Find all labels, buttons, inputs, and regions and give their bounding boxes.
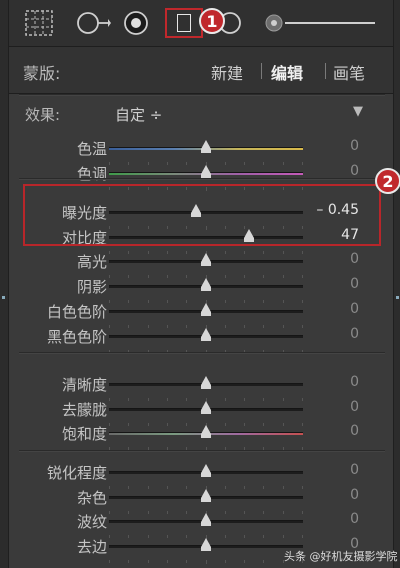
slider-label: 饱和度: [61, 425, 107, 444]
slider-row: 波纹 0: [9, 509, 393, 540]
slider-label: 色调: [76, 164, 107, 183]
slider-row: 阴影 0: [9, 274, 393, 305]
slider-row: 黑色色阶 0: [9, 324, 393, 354]
mask-header: 蒙版: 新建 编辑 画笔: [9, 47, 393, 94]
grid-crop-icon[interactable]: [25, 10, 53, 36]
slider-handle[interactable]: [201, 464, 211, 477]
slider-value[interactable]: 0: [350, 301, 359, 317]
panel-menu-icon[interactable]: ▼: [353, 104, 363, 119]
slider-handle[interactable]: [201, 376, 211, 389]
brush-size-slider[interactable]: [265, 14, 377, 32]
slider-label: 去边: [76, 538, 107, 557]
effect-label: 效果:: [25, 106, 61, 124]
spot-removal-icon[interactable]: [75, 10, 111, 36]
slider-value[interactable]: 0: [350, 163, 359, 179]
slider-row: 清晰度 0: [9, 372, 393, 402]
slider-value[interactable]: 0: [350, 326, 359, 342]
slider-label: 高光: [76, 253, 107, 272]
slider-value[interactable]: 0: [350, 276, 359, 292]
slider-value[interactable]: 0: [350, 374, 359, 390]
red-eye-icon[interactable]: [121, 10, 151, 36]
effect-preset-select[interactable]: 自定 ÷: [115, 104, 162, 125]
slider-value[interactable]: 0: [350, 251, 359, 267]
slider-row: 饱和度 0: [9, 421, 393, 452]
group-divider: [19, 178, 385, 180]
slider-handle[interactable]: [201, 488, 211, 502]
slider-label: 清晰度: [61, 376, 107, 394]
slider-label: 锐化程度: [46, 464, 107, 482]
slider-value[interactable]: 0: [350, 423, 359, 439]
slider-handle[interactable]: [201, 164, 211, 178]
highlight-box: [23, 184, 381, 246]
slider-row: 杂色 0: [9, 485, 393, 515]
graduated-filter-icon[interactable]: [165, 8, 203, 38]
slider-value[interactable]: 0: [350, 462, 359, 478]
mask-label: 蒙版:: [23, 64, 61, 83]
slider-value[interactable]: 0: [350, 138, 359, 154]
group-divider: [19, 94, 385, 96]
slider-row: 高光 0: [9, 249, 393, 280]
annotation-badge-2: 2: [375, 168, 400, 194]
slider-handle[interactable]: [201, 253, 211, 267]
slider-row: 锐化程度 0: [9, 460, 393, 490]
slider-handle[interactable]: [201, 538, 211, 552]
slider-label: 白色色阶: [46, 302, 107, 321]
slider-handle[interactable]: [201, 425, 211, 439]
annotation-badge-1: 1: [199, 8, 225, 34]
slider-value[interactable]: 0: [350, 487, 359, 503]
slider-row: 白色色阶 0: [9, 299, 393, 329]
mask-edit-button[interactable]: 编辑: [271, 60, 303, 84]
slider-label: 色温: [76, 140, 107, 158]
slider-label: 杂色: [76, 488, 107, 507]
slider-handle[interactable]: [201, 278, 211, 292]
mask-separator: [261, 63, 262, 79]
watermark: 头条 @好机友摄影学院: [284, 550, 398, 563]
slider-handle[interactable]: [201, 400, 211, 414]
edge-marker: [396, 296, 399, 299]
mask-new-button[interactable]: 新建: [211, 60, 243, 84]
group-divider: [19, 352, 385, 355]
slider-value[interactable]: 0: [350, 399, 359, 415]
slider-handle[interactable]: [201, 327, 211, 341]
slider-handle[interactable]: [201, 513, 211, 527]
slider-handle[interactable]: [201, 140, 211, 153]
slider-label: 阴影: [76, 278, 107, 297]
slider-value[interactable]: 0: [350, 511, 359, 527]
develop-panel: 1 蒙版: 新建 编辑 画笔 效果: 自定 ÷ ▼ 色温 0 色调 0 曝光度 – 0.4…: [8, 0, 400, 568]
local-adjust-toolbar: 1: [9, 0, 393, 47]
slider-row: 色温 0: [9, 136, 393, 166]
mask-separator: [325, 63, 326, 79]
slider-row: 去朦胧 0: [9, 397, 393, 427]
effect-row: 效果: 自定 ÷ ▼: [9, 100, 393, 128]
slider-label: 黑色色阶: [46, 327, 107, 346]
edge-marker: [2, 296, 5, 299]
slider-label: 波纹: [76, 513, 107, 532]
slider-handle[interactable]: [201, 302, 211, 316]
graduated-filter-shape: [177, 14, 191, 32]
slider-row: 色调 0: [9, 161, 393, 191]
mask-brush-button[interactable]: 画笔: [333, 60, 365, 84]
group-divider: [19, 450, 385, 453]
slider-label: 去朦胧: [61, 400, 107, 419]
